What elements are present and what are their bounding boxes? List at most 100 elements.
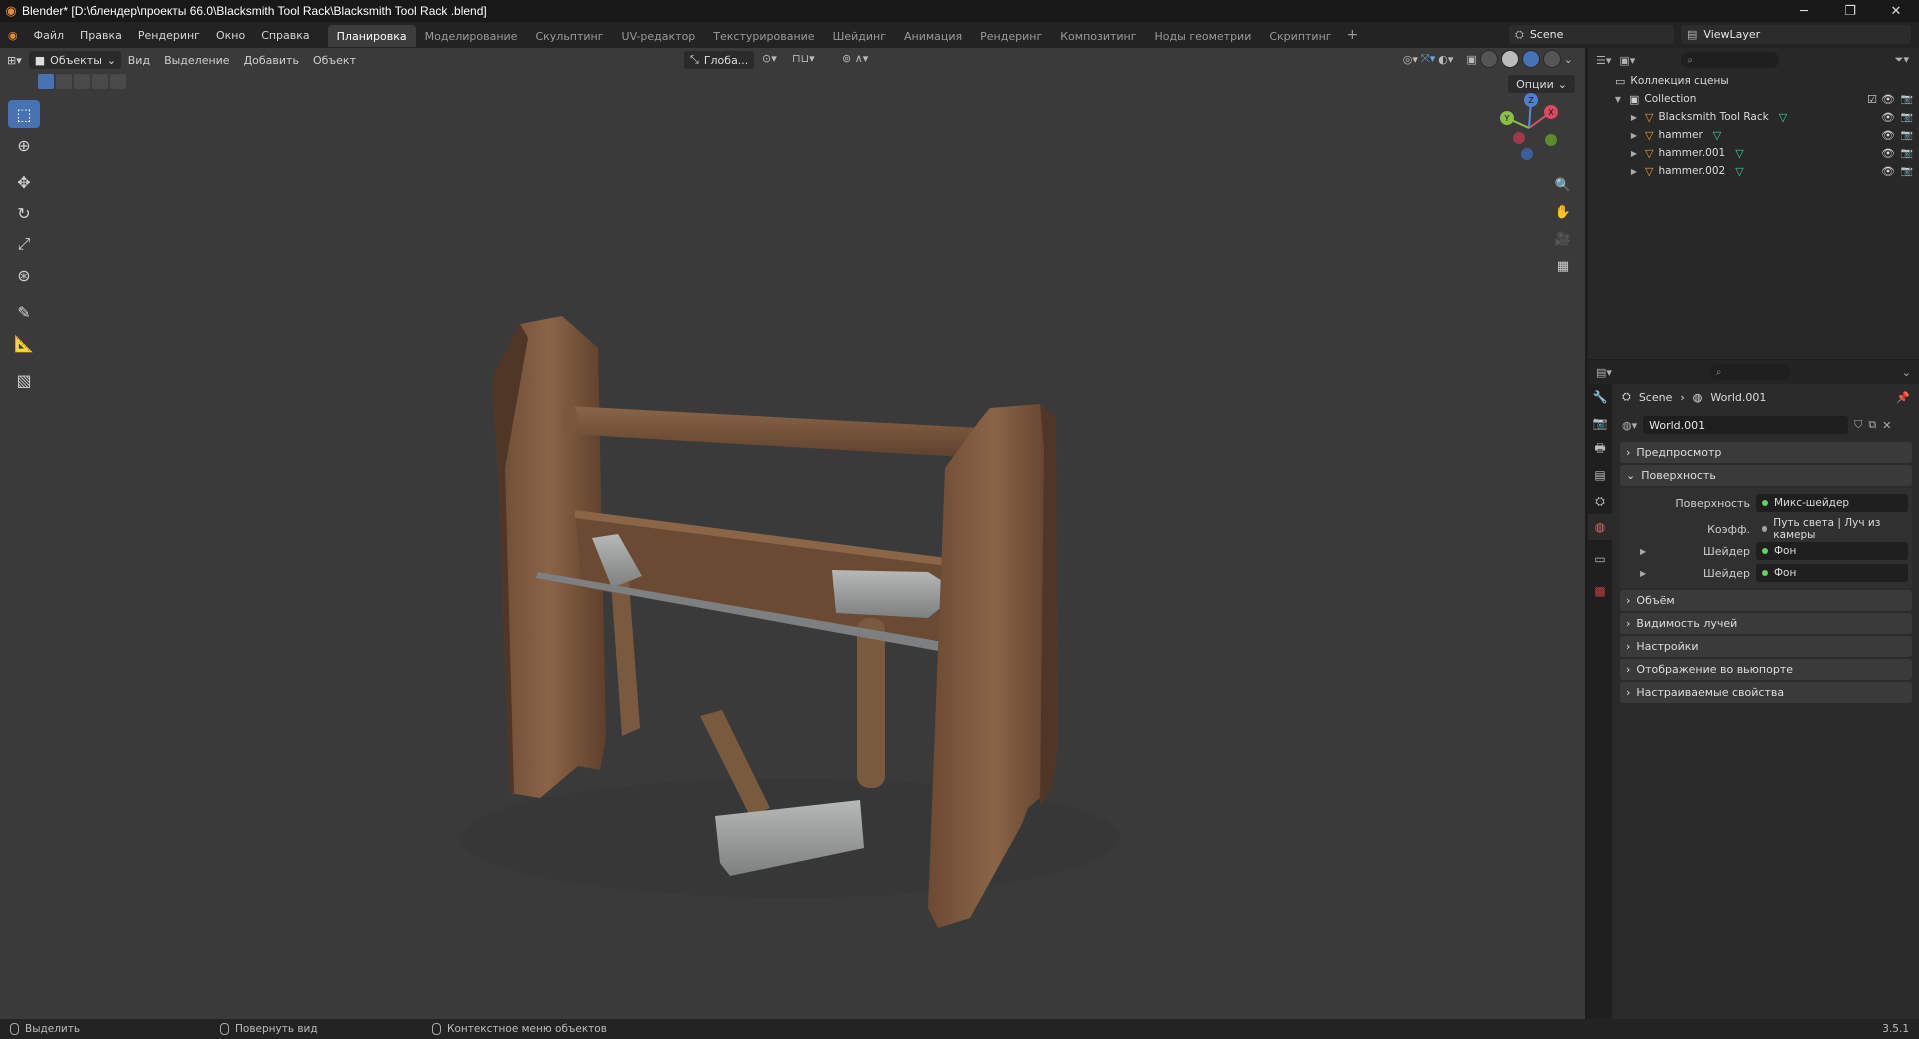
- panel-viewport-display[interactable]: › Отображение во вьюпорте: [1620, 659, 1912, 680]
- tab-layout[interactable]: Планировка: [327, 25, 416, 47]
- panel-volume-label: Объём: [1636, 594, 1675, 607]
- shader2-field[interactable]: Фон: [1756, 564, 1908, 582]
- duplicate-icon[interactable]: ⧉: [1868, 418, 1876, 432]
- shader1-field[interactable]: Фон: [1756, 542, 1908, 560]
- scene-selector[interactable]: ⛭ Scene: [1509, 25, 1674, 44]
- world-name-field[interactable]: World.001: [1643, 416, 1849, 434]
- filter-icon[interactable]: ⏷▾: [1895, 53, 1909, 67]
- maximize-button[interactable]: ❐: [1827, 0, 1873, 22]
- panel-preview[interactable]: › Предпросмотр: [1620, 442, 1912, 463]
- outliner-search-input[interactable]: ⌕: [1681, 52, 1780, 68]
- tab-modeling[interactable]: Моделирование: [416, 25, 527, 47]
- tab-uv-editing[interactable]: UV-редактор: [613, 25, 705, 47]
- x-axis-label: X: [1548, 108, 1554, 117]
- outliner-item-rack[interactable]: ▶ ▽ Blacksmith Tool Rack ▽ 👁 📷: [1588, 108, 1919, 126]
- outliner-editor-icon[interactable]: ☰▾: [1596, 54, 1611, 67]
- tool-tab-icon[interactable]: 🔧: [1588, 384, 1612, 410]
- scene-tab-icon[interactable]: ⛭: [1588, 488, 1612, 514]
- camera-view-icon[interactable]: 🎥: [1551, 227, 1575, 251]
- neg-z-axis-icon[interactable]: [1521, 148, 1533, 160]
- exclude-checkbox[interactable]: ☑: [1867, 93, 1877, 106]
- eye-icon[interactable]: 👁: [1881, 129, 1895, 142]
- output-tab-icon[interactable]: 🖶: [1588, 436, 1612, 462]
- camera-icon[interactable]: 📷: [1901, 130, 1913, 141]
- tab-compositing[interactable]: Композитинг: [1051, 25, 1145, 47]
- expand-triangle-icon[interactable]: ▶: [1628, 149, 1640, 158]
- properties-editor-icon[interactable]: ▤▾: [1596, 366, 1612, 379]
- factor-field[interactable]: Путь света | Луч из камеры: [1756, 517, 1908, 541]
- expand-triangle-icon[interactable]: ▶: [1628, 113, 1640, 122]
- add-workspace-button[interactable]: +: [1341, 27, 1365, 43]
- menu-help[interactable]: Справка: [253, 22, 317, 48]
- panel-volume[interactable]: › Объём: [1620, 590, 1912, 611]
- mesh-data-icon[interactable]: ▽: [1713, 129, 1721, 142]
- tab-sculpting[interactable]: Скульптинг: [526, 25, 612, 47]
- pin-icon[interactable]: 📌: [1896, 391, 1910, 404]
- tab-geometry-nodes[interactable]: Ноды геометрии: [1146, 25, 1261, 47]
- eye-icon[interactable]: 👁: [1881, 93, 1895, 106]
- chevron-right-icon: ›: [1626, 617, 1631, 630]
- render-tab-icon[interactable]: 📷: [1588, 410, 1612, 436]
- minimize-button[interactable]: ─: [1781, 0, 1827, 22]
- fake-user-icon[interactable]: ⛉: [1854, 418, 1862, 432]
- tab-rendering[interactable]: Рендеринг: [971, 25, 1051, 47]
- chevron-right-icon: ›: [1626, 640, 1631, 653]
- blender-menu-icon[interactable]: ◉: [0, 22, 26, 48]
- expand-triangle-icon[interactable]: ▶: [1640, 569, 1646, 578]
- properties-editor: ▤▾ ⌕ ⌄ 🔧 📷 🖶 ▤ ⛭ ◍ ▭ ▩ ⛭ Scene › ◍ World…: [1588, 360, 1919, 1019]
- mesh-data-icon[interactable]: ▽: [1779, 111, 1787, 124]
- collection-tab-icon[interactable]: ▭: [1588, 546, 1612, 572]
- outliner-item-hammer-002[interactable]: ▶ ▽ hammer.002 ▽ 👁 📷: [1588, 162, 1919, 180]
- expand-triangle-icon[interactable]: ▶: [1640, 547, 1646, 556]
- panel-settings[interactable]: › Настройки: [1620, 636, 1912, 657]
- tab-texture-paint[interactable]: Текстурирование: [704, 25, 823, 47]
- ortho-grid-icon[interactable]: ▦: [1551, 254, 1575, 278]
- camera-icon[interactable]: 📷: [1901, 166, 1913, 177]
- panel-ray-visibility[interactable]: › Видимость лучей: [1620, 613, 1912, 634]
- panel-custom-properties[interactable]: › Настраиваемые свойства: [1620, 682, 1912, 703]
- world-browse-icon[interactable]: ◍▾: [1622, 419, 1637, 432]
- outliner-item-hammer-001[interactable]: ▶ ▽ hammer.001 ▽ 👁 📷: [1588, 144, 1919, 162]
- tab-scripting[interactable]: Скриптинг: [1260, 25, 1340, 47]
- mesh-data-icon[interactable]: ▽: [1735, 147, 1743, 160]
- menu-window[interactable]: Окно: [208, 22, 253, 48]
- close-button[interactable]: ✕: [1873, 0, 1919, 22]
- collection-row[interactable]: ▼ ▣ Collection ☑ 👁 📷: [1588, 90, 1919, 108]
- zoom-icon[interactable]: 🔍: [1551, 173, 1575, 197]
- texture-tab-icon[interactable]: ▩: [1588, 578, 1612, 604]
- tab-animation[interactable]: Анимация: [895, 25, 971, 47]
- surface-shader-field[interactable]: Микс-шейдер: [1756, 494, 1908, 512]
- surface-label: Поверхность: [1675, 496, 1750, 510]
- camera-icon[interactable]: 📷: [1901, 94, 1913, 105]
- pan-hand-icon[interactable]: ✋: [1551, 200, 1575, 224]
- menu-render[interactable]: Рендеринг: [130, 22, 208, 48]
- eye-icon[interactable]: 👁: [1881, 147, 1895, 160]
- panel-surface[interactable]: ⌄ Поверхность: [1620, 465, 1912, 486]
- neg-x-axis-icon[interactable]: [1513, 132, 1525, 144]
- viewlayer-selector[interactable]: ▤ ViewLayer: [1681, 25, 1911, 44]
- navigation-gizmo[interactable]: Z X Y: [1489, 88, 1569, 168]
- expand-triangle-icon[interactable]: ▼: [1612, 95, 1624, 104]
- tab-shading[interactable]: Шейдинг: [824, 25, 895, 47]
- camera-icon[interactable]: 📷: [1901, 148, 1913, 159]
- surface-shader-value: Микс-шейдер: [1774, 497, 1850, 509]
- view-layer-tab-icon[interactable]: ▤: [1588, 462, 1612, 488]
- camera-icon[interactable]: 📷: [1901, 112, 1913, 123]
- chevron-down-icon[interactable]: ⌄: [1902, 366, 1911, 379]
- mesh-data-icon[interactable]: ▽: [1735, 165, 1743, 178]
- scene-collection-row[interactable]: ▭ Коллекция сцены: [1588, 72, 1919, 90]
- eye-icon[interactable]: 👁: [1881, 165, 1895, 178]
- menu-file[interactable]: Файл: [26, 22, 72, 48]
- outliner-item-hammer[interactable]: ▶ ▽ hammer ▽ 👁 📷: [1588, 126, 1919, 144]
- eye-icon[interactable]: 👁: [1881, 111, 1895, 124]
- expand-triangle-icon[interactable]: ▶: [1628, 131, 1640, 140]
- expand-triangle-icon[interactable]: ▶: [1628, 167, 1640, 176]
- properties-search-input[interactable]: ⌕: [1709, 364, 1790, 380]
- world-tab-icon[interactable]: ◍: [1588, 514, 1612, 540]
- menu-edit[interactable]: Правка: [72, 22, 130, 48]
- neg-y-axis-icon[interactable]: [1545, 134, 1557, 146]
- display-mode-icon[interactable]: ▣▾: [1619, 54, 1635, 67]
- 3d-viewport[interactable]: ⊞▾ ■ Объекты ⌄ Вид Выделение Добавить Об…: [0, 48, 1585, 1019]
- object-icon: ▽: [1645, 110, 1654, 124]
- unlink-icon[interactable]: ✕: [1882, 419, 1891, 432]
